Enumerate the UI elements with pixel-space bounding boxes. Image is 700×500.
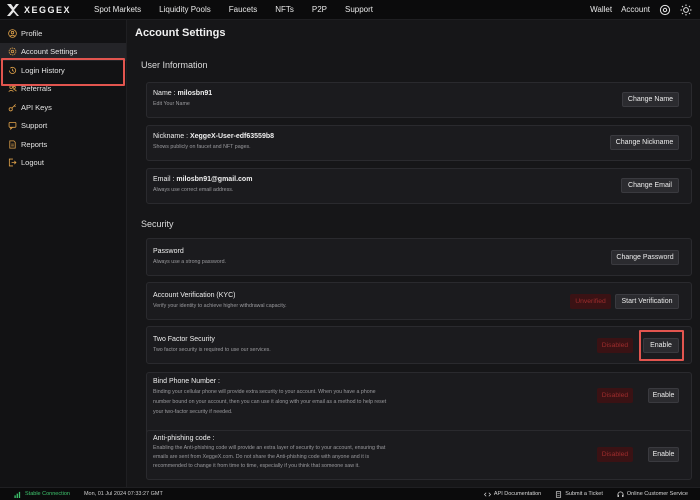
twofa-status-badge: Disabled xyxy=(597,338,633,353)
enable-two-factor-button[interactable]: Enable xyxy=(643,338,679,353)
sidebar-item-label: Login History xyxy=(21,65,65,75)
code-icon xyxy=(483,492,491,496)
card-email: Email : milosbn91@gmail.com Always use c… xyxy=(146,168,692,204)
sidebar-item-profile[interactable]: Profile xyxy=(0,24,126,42)
nav-liquidity-pools[interactable]: Liquidity Pools xyxy=(159,5,211,14)
phone-description-line2: number bound on your account, then you c… xyxy=(153,399,387,405)
kyc-description: Verify your identity to achieve higher w… xyxy=(153,303,287,309)
card-two-factor: Two Factor Security Two factor security … xyxy=(146,326,692,364)
phone-description-line3: your two-factor security if needed. xyxy=(153,409,233,415)
connection-status-text: Stable Connection xyxy=(25,491,70,497)
footer-links: API Documentation Submit a Ticket Online… xyxy=(470,490,688,498)
twofa-label: Two Factor Security xyxy=(153,336,215,343)
change-name-button[interactable]: Change Name xyxy=(622,92,679,107)
card-kyc: Account Verification (KYC) Verify your i… xyxy=(146,282,692,320)
server-datetime: Mon, 01 Jul 2024 07:33:27 GMT xyxy=(83,491,163,497)
sidebar-item-account-settings[interactable]: Account Settings xyxy=(0,42,126,61)
sidebar-item-label: API Keys xyxy=(21,102,52,112)
nickname-description: Shows publicly on faucet and NFT pages. xyxy=(153,144,251,150)
main-content: Account Settings User Information Name :… xyxy=(127,20,700,487)
key-icon xyxy=(7,102,17,112)
antiphish-description-line3: recommended to change it from time to ti… xyxy=(153,463,360,469)
nav-support[interactable]: Support xyxy=(345,5,373,14)
change-password-button[interactable]: Change Password xyxy=(611,250,679,265)
main-nav: Spot Markets Liquidity Pools Faucets NFT… xyxy=(94,5,391,14)
sidebar-item-login-history[interactable]: Login History xyxy=(0,61,126,79)
page-title: Account Settings xyxy=(135,27,226,39)
sidebar-item-api-keys[interactable]: API Keys xyxy=(0,98,126,116)
document-icon xyxy=(556,490,562,498)
kyc-status-badge: Unverified xyxy=(570,294,611,309)
nav-spot-markets[interactable]: Spot Markets xyxy=(94,5,141,14)
password-label: Password xyxy=(153,248,184,255)
section-title-security: Security xyxy=(141,219,174,229)
nav-faucets[interactable]: Faucets xyxy=(229,5,257,14)
kyc-label: Account Verification (KYC) xyxy=(153,292,236,299)
phone-label: Bind Phone Number : xyxy=(153,378,220,385)
start-verification-button[interactable]: Start Verification xyxy=(615,294,679,309)
account-link[interactable]: Account xyxy=(621,5,650,14)
sidebar-item-support[interactable]: Support xyxy=(0,117,126,135)
enable-antiphish-button[interactable]: Enable xyxy=(648,447,679,462)
email-value: milosbn91@gmail.com xyxy=(176,176,253,183)
name-row: Name : milosbn91 xyxy=(153,90,213,97)
gear-icon xyxy=(7,47,17,57)
change-email-button[interactable]: Change Email xyxy=(621,178,679,193)
nickname-value: XeggeX-User-edf63559b8 xyxy=(189,133,275,140)
document-icon xyxy=(7,139,17,149)
sidebar: Profile Account Settings Login History R… xyxy=(0,20,127,487)
sidebar-item-label: Support xyxy=(21,121,48,130)
phone-status-badge: Disabled xyxy=(597,388,633,403)
change-nickname-button[interactable]: Change Nickname xyxy=(610,135,679,150)
section-title-user-info: User Information xyxy=(141,60,208,70)
email-row: Email : milosbn91@gmail.com xyxy=(153,176,253,183)
antiphish-label: Anti-phishing code : xyxy=(153,435,215,442)
lifebuoy-icon xyxy=(7,121,17,131)
top-bar: XEGGEX Spot Markets Liquidity Pools Fauc… xyxy=(0,0,700,20)
nav-nfts[interactable]: NFTs xyxy=(275,5,294,14)
sidebar-item-label: Account Settings xyxy=(21,47,78,56)
history-icon xyxy=(7,65,17,75)
online-customer-service-link[interactable]: Online Customer Service xyxy=(617,491,688,498)
sidebar-item-label: Logout xyxy=(21,158,44,167)
sidebar-item-label: Profile xyxy=(21,28,43,38)
email-description: Always use correct email address. xyxy=(153,187,234,193)
xeggex-logo-icon xyxy=(7,3,19,16)
footer-status-bar: Stable Connection Mon, 01 Jul 2024 07:33… xyxy=(0,487,700,500)
card-nickname: Nickname : XeggeX-User-edf63559b8 Shows … xyxy=(146,125,692,161)
sidebar-item-referrals[interactable]: Referrals xyxy=(0,80,126,98)
top-right-menu: Wallet Account xyxy=(581,3,692,16)
theme-sun-icon[interactable] xyxy=(679,3,692,16)
user-circle-icon xyxy=(7,28,17,38)
card-password: Password Always use a strong password. C… xyxy=(146,238,692,276)
password-description: Always use a strong password. xyxy=(153,259,227,265)
wallet-link[interactable]: Wallet xyxy=(590,5,612,14)
logout-icon xyxy=(7,158,17,168)
antiphish-status-badge: Disabled xyxy=(597,447,633,462)
nav-p2p[interactable]: P2P xyxy=(312,5,327,14)
submit-ticket-link[interactable]: Submit a Ticket xyxy=(555,490,603,498)
nickname-row: Nickname : XeggeX-User-edf63559b8 xyxy=(153,133,275,140)
brand-logo[interactable]: XEGGEX xyxy=(6,3,86,17)
api-documentation-link[interactable]: API Documentation xyxy=(483,491,541,498)
users-icon xyxy=(7,84,17,94)
brand-name: XEGGEX xyxy=(24,4,72,15)
name-value: milosbn91 xyxy=(177,90,213,97)
enable-phone-button[interactable]: Enable xyxy=(648,388,679,403)
name-description: Edit Your Name xyxy=(153,101,190,107)
sidebar-item-reports[interactable]: Reports xyxy=(0,135,126,153)
card-name: Name : milosbn91 Edit Your Name Change N… xyxy=(146,82,692,118)
phone-description-line1: Binding your cellular phone will provide… xyxy=(153,389,376,395)
card-anti-phishing: Anti-phishing code : Enabling the Anti-p… xyxy=(146,430,692,480)
twofa-description: Two factor security is required to use o… xyxy=(153,347,271,353)
sidebar-item-logout[interactable]: Logout xyxy=(0,154,126,172)
signal-bars-icon xyxy=(14,491,21,498)
sidebar-item-label: Reports xyxy=(21,139,48,149)
connection-status: Stable Connection Mon, 01 Jul 2024 07:33… xyxy=(14,491,163,498)
settings-gear-icon[interactable] xyxy=(658,3,671,16)
sidebar-item-label: Referrals xyxy=(21,84,52,93)
headset-icon xyxy=(617,491,624,497)
